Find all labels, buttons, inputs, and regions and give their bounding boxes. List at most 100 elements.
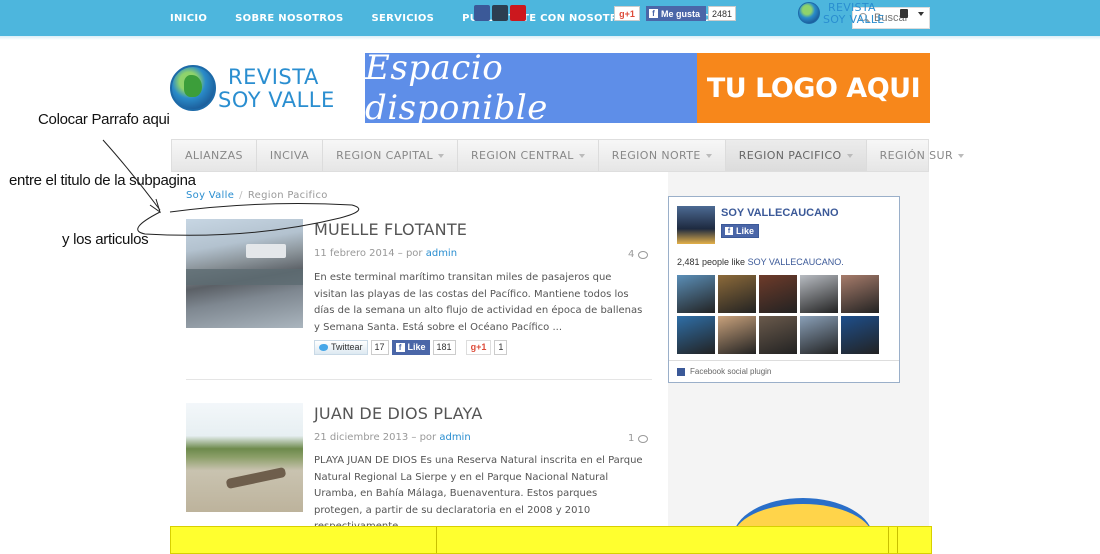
annotation-line-1: Colocar Parrafo aqui [38,111,170,128]
annotation-line-3: y los articulos [62,231,149,248]
fb-fan-avatar[interactable] [718,316,756,354]
post-author[interactable]: admin [426,248,457,259]
chevron-down-icon [846,153,853,158]
youtube-icon[interactable] [510,5,526,21]
fb-fan-avatar[interactable] [759,275,797,313]
logo-line-2: SOY VALLE [218,88,335,112]
fb-fan-avatar[interactable] [759,316,797,354]
fb-page-like-label: Like [736,226,755,236]
cat-label: REGION NORTE [611,149,701,162]
post-date: 11 febrero 2014 – por [314,248,426,259]
facebook-icon [677,367,685,376]
cat-region-sur[interactable]: REGIÓN SUR [867,140,977,171]
globe-icon [798,2,820,24]
cat-alianzas[interactable]: ALIANZAS [172,140,257,171]
fb-fan-avatar[interactable] [718,275,756,313]
google-plus-count: 1 [494,339,508,355]
fb-fan-avatar[interactable] [800,316,838,354]
fb-count-link[interactable]: SOY VALLECAUCANO. [748,257,844,267]
fb-fan-avatar[interactable] [841,275,879,313]
ad-banner[interactable]: Espacio disponible TU LOGO AQUI [365,48,930,128]
toolbar-logo[interactable]: REVISTA SOY VALLE [798,1,898,27]
chevron-down-icon [705,153,712,158]
category-nav: ALIANZAS INCIVA REGION CAPITAL REGION CE… [171,139,965,172]
comment-bubble-icon [638,434,649,443]
cat-inciva[interactable]: INCIVA [257,140,324,171]
breadcrumb: Soy Valle / Region Pacifico [186,190,328,201]
toolbar-google-plus-button[interactable]: g+1 [614,6,640,21]
nav-sobre-nosotros[interactable]: SOBRE NOSOTROS [235,13,343,24]
fb-like-summary: 2,481 people like SOY VALLECAUCANO. [677,257,844,267]
twitter-icon [319,343,328,351]
logo-line-1: REVISTA [228,65,319,89]
fb-plugin-label: Facebook social plugin [690,367,772,376]
toolbar-logo-line-2: SOY VALLE [823,13,885,26]
fb-page-like-button[interactable]: f Like [721,224,759,238]
tweet-button[interactable]: Twittear [314,339,368,355]
google-plus-button[interactable]: g+1 [465,339,492,355]
chevron-down-icon [438,153,445,158]
banner-left-text: Espacio disponible [365,48,548,128]
breadcrumb-separator: / [239,190,243,201]
nav-servicios[interactable]: SERVICIOS [372,13,435,24]
share-buttons: Twittear 17 f Like 181 g+1 1 [314,339,508,355]
fb-like-count: 181 [432,339,456,355]
chevron-down-icon [578,153,585,158]
post-title[interactable]: JUAN DE DIOS PLAYA [314,404,483,423]
toolbar-fb-count: 2481 [708,6,737,21]
toolbar-fb-like-button[interactable]: f Me gusta [646,6,706,21]
post-thumbnail-juan-de-dios[interactable] [186,403,303,512]
facebook-like-box: SOY VALLECAUCANO f Like 2,481 people like… [668,196,900,383]
post-title[interactable]: MUELLE FLOTANTE [314,220,467,239]
post-thumbnail-muelle[interactable] [186,219,303,328]
cat-region-capital[interactable]: REGION CAPITAL [323,140,459,171]
fb-plugin-footer: Facebook social plugin [669,360,899,382]
cat-label: REGION CAPITAL [336,149,434,162]
bottom-toolbar [170,526,932,554]
fb-like-label: Like [407,342,426,352]
cat-region-pacifico[interactable]: REGION PACIFICO [725,140,867,171]
comment-number: 1 [628,433,635,444]
fb-fan-avatar[interactable] [841,316,879,354]
fb-fan-avatar[interactable] [677,316,715,354]
post-excerpt: En este terminal marítimo transitan mile… [314,272,643,333]
cat-label: REGION PACIFICO [738,149,842,162]
social-icon[interactable] [492,5,508,21]
breadcrumb-home[interactable]: Soy Valle [186,190,234,201]
cat-label: ALIANZAS [185,149,243,162]
comment-number: 4 [628,249,635,260]
cat-label: REGION CENTRAL [471,149,574,162]
comment-count[interactable]: 4 [628,249,649,260]
toolbar-divider [897,527,898,553]
post-author[interactable]: admin [439,432,470,443]
post-divider [186,379,652,380]
cat-region-norte[interactable]: REGION NORTE [599,140,726,171]
chevron-down-icon[interactable] [918,12,924,16]
cat-region-central[interactable]: REGION CENTRAL [458,140,599,171]
chevron-down-icon [958,153,965,158]
comment-bubble-icon [638,250,649,259]
facebook-icon: f [395,342,405,352]
fb-page-name[interactable]: SOY VALLECAUCANO [721,207,839,219]
fb-faces-grid [677,275,887,354]
fb-fan-avatar[interactable] [677,275,715,313]
tweet-count: 17 [370,339,389,355]
comment-count[interactable]: 1 [628,433,649,444]
tweet-label: Twittear [331,342,363,352]
fb-like-button[interactable]: f Like [391,339,430,355]
facebook-icon: f [725,227,733,235]
post-date: 21 diciembre 2013 – por [314,432,440,443]
post-meta: 11 febrero 2014 – por admin [314,248,457,259]
toolbar-divider [888,527,889,553]
banner-space-available: Espacio disponible [365,48,697,128]
site-logo[interactable]: REVISTA SOY VALLE [170,63,340,113]
banner-your-logo: TU LOGO AQUI [697,53,930,123]
nav-inicio[interactable]: INICIO [170,13,207,24]
post-meta: 21 diciembre 2013 – por admin [314,432,471,443]
lock-icon[interactable] [900,9,908,18]
toolbar-divider [436,527,437,553]
fb-fan-avatar[interactable] [800,275,838,313]
facebook-icon[interactable] [474,5,490,21]
fb-page-thumbnail[interactable] [677,206,715,244]
annotation-line-2: entre el titulo de la subpagina [9,172,196,189]
